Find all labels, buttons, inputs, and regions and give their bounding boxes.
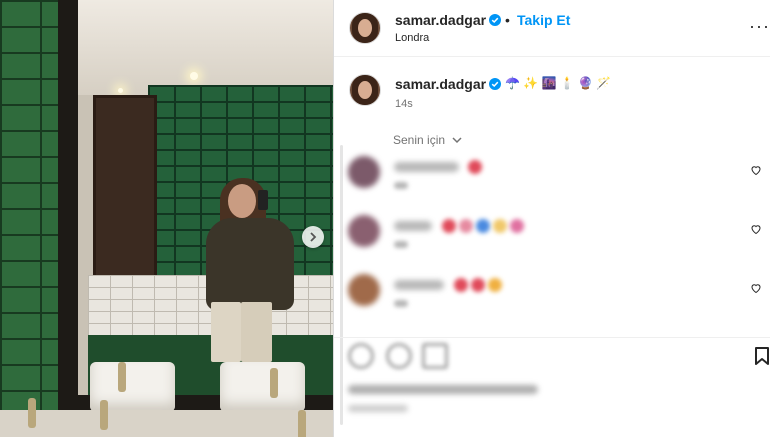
caption-text: ☂️ ✨ 🌆 🕯️ 🔮 🪄 <box>505 76 612 90</box>
comment-item <box>342 215 762 265</box>
follow-button[interactable]: Takip Et <box>517 12 570 28</box>
comment-text-blurred <box>394 221 432 231</box>
sink <box>220 362 305 412</box>
heart-outline-icon[interactable] <box>750 223 762 235</box>
tap <box>298 410 306 437</box>
comment-time-blurred <box>394 241 408 248</box>
tap <box>118 362 126 392</box>
comment-emoji-blurred <box>454 278 468 292</box>
author-username[interactable]: samar.dadgar <box>395 12 486 28</box>
person-pants <box>241 302 272 362</box>
heart-outline-icon[interactable] <box>750 164 762 176</box>
comment-avatar <box>348 274 380 306</box>
verified-badge-icon <box>489 78 501 90</box>
person-pants <box>211 302 241 362</box>
post-date-blurred <box>348 405 408 412</box>
comment-emoji-blurred <box>459 219 473 233</box>
comment-sort-label[interactable]: Senin için <box>393 133 445 147</box>
ceiling <box>78 0 333 95</box>
author-avatar[interactable] <box>349 12 381 44</box>
next-photo-button[interactable] <box>302 226 324 248</box>
caption-avatar[interactable] <box>349 74 381 106</box>
caption-username[interactable]: samar.dadgar <box>395 76 486 92</box>
comment-emoji-blurred <box>442 219 456 233</box>
person-phone <box>258 190 268 210</box>
heart-outline-icon[interactable] <box>750 282 762 294</box>
post-sidebar: samar.dadgar • Takip Et Londra ··· samar… <box>333 0 770 437</box>
ceiling-light <box>190 72 198 80</box>
comment-avatar <box>348 215 380 247</box>
comment-button-blurred[interactable] <box>386 343 412 369</box>
chevron-right-icon <box>310 232 317 242</box>
tap <box>28 398 36 428</box>
comment-time-blurred <box>394 182 408 189</box>
likes-count-blurred <box>348 385 538 394</box>
post-photo[interactable] <box>0 0 333 437</box>
comment-emoji-blurred <box>510 219 524 233</box>
separator-dot: • <box>505 12 510 28</box>
person-face <box>228 184 256 218</box>
more-options-icon[interactable]: ··· <box>749 16 770 37</box>
mirror <box>78 0 333 395</box>
comment-emoji-blurred <box>468 160 482 174</box>
like-button-blurred[interactable] <box>348 343 374 369</box>
ceiling-light <box>118 88 123 93</box>
counter <box>0 410 333 437</box>
comment-item <box>342 156 762 206</box>
post-header: samar.dadgar • Takip Et Londra ··· <box>334 0 770 57</box>
comment-avatar <box>348 156 380 188</box>
comment-time-blurred <box>394 300 408 307</box>
bookmark-icon[interactable] <box>754 347 770 365</box>
chevron-down-icon[interactable] <box>451 135 463 145</box>
comment-emoji-blurred <box>488 278 502 292</box>
actions-divider <box>334 337 770 338</box>
comment-emoji-blurred <box>471 278 485 292</box>
post-location[interactable]: Londra <box>395 32 429 44</box>
verified-badge-icon <box>489 14 501 26</box>
door <box>93 95 157 286</box>
comment-emoji-blurred <box>476 219 490 233</box>
tap <box>100 400 108 430</box>
tap <box>270 368 278 398</box>
post-time[interactable]: 14s <box>395 98 413 110</box>
person-sweater <box>206 218 294 310</box>
comment-text-blurred <box>394 162 459 172</box>
share-button-blurred[interactable] <box>422 343 448 369</box>
comment-emoji-blurred <box>493 219 507 233</box>
comment-text-blurred <box>394 280 444 290</box>
comment-item <box>342 274 762 324</box>
